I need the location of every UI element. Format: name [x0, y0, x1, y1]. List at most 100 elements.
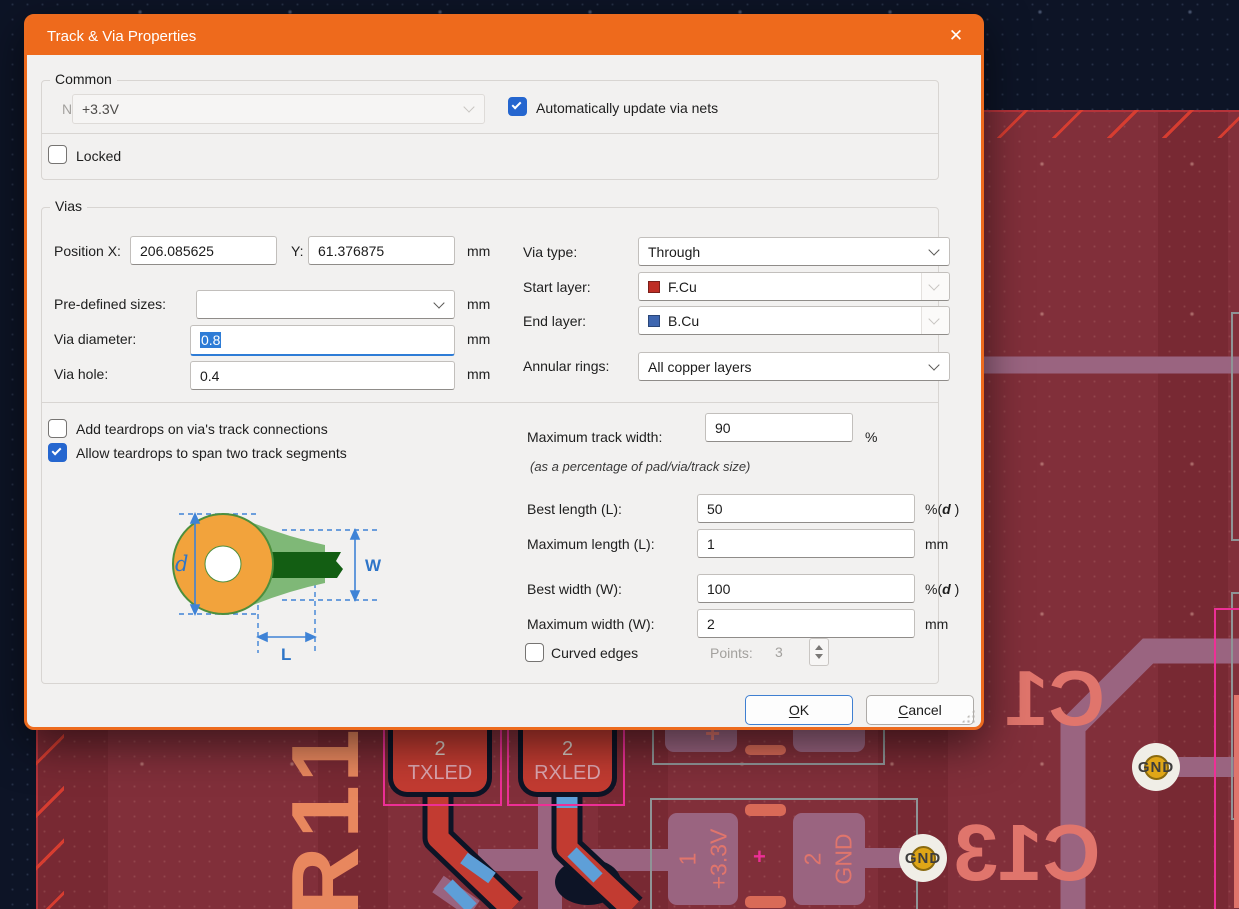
chevron-down-icon [463, 101, 474, 112]
gnd-via: GND [899, 834, 947, 882]
close-icon[interactable]: ✕ [941, 22, 971, 50]
dialog-title: Track & Via Properties [47, 28, 196, 45]
locked-checkbox[interactable] [48, 145, 67, 164]
chevron-down-icon [928, 359, 939, 370]
via-hole-label: Via hole: [54, 366, 108, 382]
silkscreen-ref-c13-mirrored: C13 [938, 812, 1116, 894]
auto-update-label: Automatically update via nets [536, 100, 718, 116]
layer-color-swatch [648, 281, 660, 293]
silkscreen-bar [745, 804, 786, 816]
via-net-label: GND [905, 850, 941, 867]
teardrop-diagram: d W L [87, 457, 417, 669]
best-width-unit: %(d ) [925, 581, 959, 597]
via-net-label: GND [1138, 759, 1174, 776]
diagram-label-l: L [281, 645, 291, 664]
teardrop-separator [42, 402, 938, 403]
chevron-down-icon [928, 244, 939, 255]
annular-rings-combobox[interactable]: All copper layers [638, 352, 950, 381]
max-track-width-unit: % [865, 429, 877, 445]
max-length-unit: mm [925, 536, 948, 552]
via-type-value: Through [648, 244, 700, 260]
max-track-width-field[interactable]: 90 [705, 413, 853, 442]
max-track-width-value: 90 [715, 420, 731, 436]
via-type-combobox[interactable]: Through [638, 237, 950, 266]
curved-edges-label: Curved edges [551, 645, 638, 661]
points-label: Points: [710, 645, 753, 661]
silkscreen-edge-strip [1234, 695, 1239, 908]
end-layer-value: B.Cu [668, 313, 699, 329]
common-separator [42, 133, 938, 134]
dialog-titlebar[interactable]: Track & Via Properties ✕ [27, 17, 981, 55]
ok-button[interactable]: OK [745, 695, 853, 725]
position-x-field[interactable]: 206.085625 [130, 236, 277, 265]
best-length-value: 50 [707, 501, 723, 517]
pad-gnd: 2 GND [793, 813, 865, 905]
span-teardrops-checkbox[interactable] [48, 443, 67, 462]
position-x-value: 206.085625 [140, 243, 214, 259]
anchor-plus: + [753, 844, 766, 870]
net-combobox: +3.3V [72, 94, 485, 124]
start-layer-combobox[interactable]: F.Cu [638, 272, 950, 301]
courtyard-back-right [1231, 312, 1239, 541]
max-length-field[interactable]: 1 [697, 529, 915, 558]
via-diameter-unit: mm [467, 331, 490, 347]
diagram-label-d: d [175, 552, 188, 576]
max-width-label: Maximum width (W): [527, 616, 655, 632]
add-teardrops-label: Add teardrops on via's track connections [76, 421, 328, 437]
best-length-label: Best length (L): [527, 501, 622, 517]
via-diameter-value: 0.8 [200, 332, 221, 348]
curved-edges-checkbox[interactable] [525, 643, 544, 662]
max-width-field[interactable]: 2 [697, 609, 915, 638]
pad-label: 1 +3.3V [672, 829, 734, 890]
layer-color-swatch [648, 315, 660, 327]
predefined-sizes-combobox[interactable] [196, 290, 455, 319]
best-length-field[interactable]: 50 [697, 494, 915, 523]
max-width-unit: mm [925, 616, 948, 632]
position-unit: mm [467, 243, 490, 259]
end-layer-label: End layer: [523, 313, 586, 329]
max-track-width-label: Maximum track width: [527, 429, 662, 445]
auto-update-checkbox[interactable] [508, 97, 527, 116]
best-width-field[interactable]: 100 [697, 574, 915, 603]
spin-down-icon [815, 654, 823, 659]
common-group-legend: Common [50, 71, 117, 87]
vias-group-legend: Vias [50, 198, 87, 214]
chevron-down-icon [433, 297, 444, 308]
best-width-label: Best width (W): [527, 581, 622, 597]
position-y-value: 61.376875 [318, 243, 384, 259]
net-value: +3.3V [82, 101, 119, 117]
silkscreen-ref-c1-partial-mirrored: C1 [992, 658, 1118, 738]
best-width-value: 100 [707, 581, 730, 597]
spin-up-icon [815, 645, 823, 650]
position-y-field[interactable]: 61.376875 [308, 236, 455, 265]
best-length-unit: %(d ) [925, 501, 959, 517]
via-hole-field[interactable]: 0.4 [190, 361, 455, 390]
predefined-unit: mm [467, 296, 490, 312]
silkscreen-ref-r11: R11 [278, 721, 374, 909]
start-layer-value: F.Cu [668, 279, 697, 295]
gnd-via: GND [1132, 743, 1180, 791]
silkscreen-bar [745, 896, 786, 908]
add-teardrops-checkbox[interactable] [48, 419, 67, 438]
pad-label: 2 GND [798, 833, 860, 884]
diagram-label-w: W [365, 556, 382, 575]
annular-rings-value: All copper layers [648, 359, 752, 375]
points-value: 3 [769, 644, 809, 660]
percentage-note: (as a percentage of pad/via/track size) [530, 459, 750, 474]
annular-rings-label: Annular rings: [523, 358, 609, 374]
end-layer-combobox[interactable]: B.Cu [638, 306, 950, 335]
cancel-button[interactable]: Cancel [866, 695, 974, 725]
check-icon [52, 446, 62, 456]
max-length-value: 1 [707, 536, 715, 552]
locked-label: Locked [76, 148, 121, 164]
max-length-label: Maximum length (L): [527, 536, 655, 552]
via-hole-unit: mm [467, 366, 490, 382]
points-spinner: 3 [769, 638, 829, 666]
pad-3v3: 1 +3.3V [668, 813, 738, 905]
track-via-properties-dialog: Track & Via Properties ✕ Common Net: +3.… [24, 14, 984, 730]
via-diameter-field[interactable]: 0.8 [190, 325, 455, 356]
via-diameter-label: Via diameter: [54, 331, 136, 347]
max-width-value: 2 [707, 616, 715, 632]
via-type-label: Via type: [523, 244, 577, 260]
start-layer-label: Start layer: [523, 279, 591, 295]
